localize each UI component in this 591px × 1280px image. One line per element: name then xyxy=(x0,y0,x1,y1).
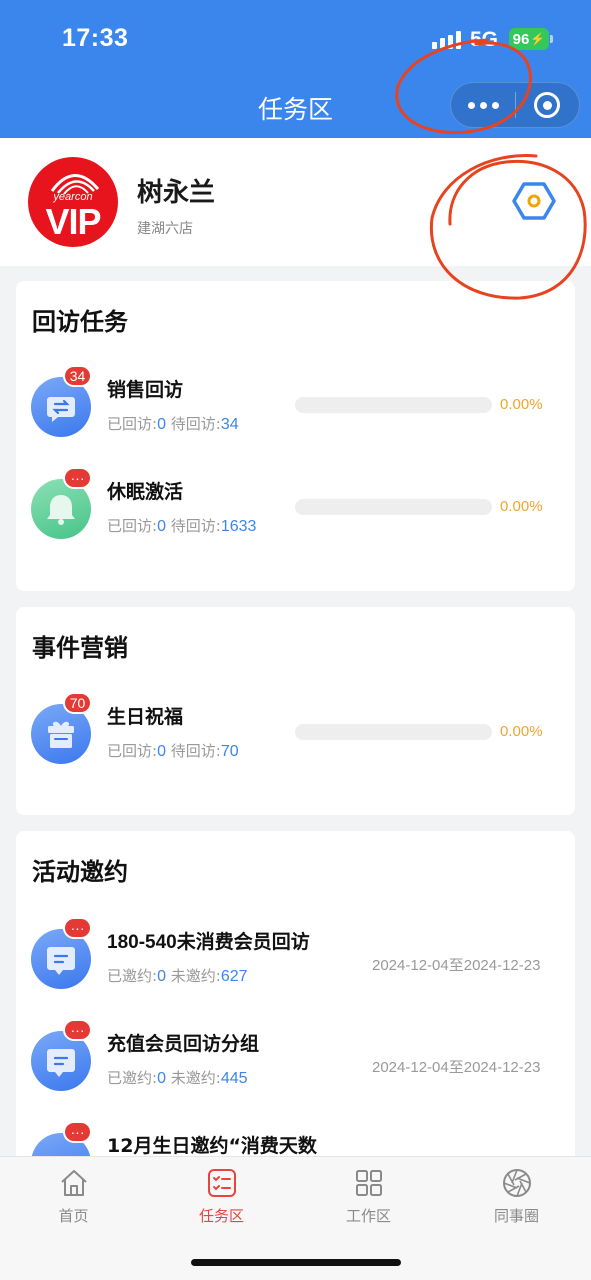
activity-name: 180-540未消费会员回访 xyxy=(107,932,310,953)
tab-label: 同事圈 xyxy=(493,1207,539,1225)
tab-colleague-circle[interactable]: 同事圈 xyxy=(443,1157,590,1237)
grid-icon xyxy=(356,1170,382,1196)
section-card-event-marketing: 事件营销 70 生日祝福 已回访:0 待回访:70 0.00% xyxy=(16,607,575,815)
pending-label: 待回访: xyxy=(170,415,221,433)
done-label: 已回访: xyxy=(107,517,158,535)
pending-label: 待回访: xyxy=(170,517,221,535)
activity-item[interactable]: ··· 充值会员回访分组 已邀约:0 未邀约:445 2024-12-04至20… xyxy=(16,1019,575,1099)
profile-header: yearcon VIP 树永兰 建湖六店 xyxy=(0,138,591,266)
target-icon xyxy=(534,92,561,118)
progress-bar xyxy=(295,499,492,515)
notification-badge: ··· xyxy=(63,1019,92,1041)
notification-badge: 70 xyxy=(63,692,92,714)
task-name: 生日祝福 xyxy=(107,706,184,728)
section-card-activity-invitation: 活动邀约 ··· 180-540未消费会员回访 已邀约:0 未邀约:627 20… xyxy=(16,831,575,1193)
done-label: 已邀约: xyxy=(107,1069,158,1087)
progress-bar xyxy=(295,397,492,413)
pending-count: 70 xyxy=(220,743,239,760)
logo-text: VIP xyxy=(45,201,101,242)
tab-task-area[interactable]: 任务区 xyxy=(148,1157,295,1237)
section-card-callback: 回访任务 34 销售回访 已回访:0 待回访:34 0.00% ··· 休眠激活… xyxy=(16,281,575,591)
aperture-icon xyxy=(503,1169,531,1197)
section-title: 回访任务 xyxy=(32,308,128,336)
date-range: 2024-12-04至2024-12-23 xyxy=(372,1059,541,1076)
notification-badge: 34 xyxy=(63,365,92,387)
task-name: 销售回访 xyxy=(107,379,184,401)
pending-count: 34 xyxy=(220,416,239,433)
network-type: 5G xyxy=(470,28,499,51)
activity-item[interactable]: ··· 180-540未消费会员回访 已邀约:0 未邀约:627 2024-12… xyxy=(16,917,575,997)
user-name: 树永兰 xyxy=(137,178,216,208)
notification-badge: ··· xyxy=(63,467,92,489)
pending-count: 1633 xyxy=(220,518,257,535)
status-time: 17:33 xyxy=(62,24,129,52)
section-title: 活动邀约 xyxy=(32,858,128,886)
activity-stats: 已邀约:0 未邀约:627 xyxy=(107,965,248,986)
miniprogram-capsule xyxy=(450,82,580,128)
pending-label: 未邀约: xyxy=(170,1069,221,1087)
progress-percent: 0.00% xyxy=(500,498,543,515)
nav-bar: 17:33 5G 96 ⚡ 任务区 xyxy=(0,0,591,138)
pending-label: 待回访: xyxy=(170,742,221,760)
done-label: 已邀约: xyxy=(107,967,158,985)
task-stats: 已回访:0 待回访:34 xyxy=(107,413,239,434)
activity-name: 充值会员回访分组 xyxy=(107,1033,260,1055)
more-button[interactable] xyxy=(451,83,515,127)
done-label: 已回访: xyxy=(107,742,158,760)
store-name: 建湖六店 xyxy=(137,221,193,237)
progress-bar xyxy=(295,724,492,740)
activity-name: 12月生日邀约“消费天数 xyxy=(107,1135,317,1157)
pending-label: 未邀约: xyxy=(170,967,221,985)
notification-badge: ··· xyxy=(63,917,92,939)
done-count: 0 xyxy=(157,518,166,535)
battery-icon: 96 ⚡ xyxy=(509,28,553,50)
task-name: 休眠激活 xyxy=(107,481,184,503)
section-title: 事件营销 xyxy=(32,634,128,662)
done-count: 0 xyxy=(157,416,166,433)
home-indicator xyxy=(191,1259,401,1266)
pending-count: 627 xyxy=(220,968,248,985)
task-item-dormant-activation[interactable]: ··· 休眠激活 已回访:0 待回访:1633 0.00% xyxy=(16,467,575,547)
task-item-sales-callback[interactable]: 34 销售回访 已回访:0 待回访:34 0.00% xyxy=(16,365,575,445)
activity-stats: 已邀约:0 未邀约:445 xyxy=(107,1067,248,1088)
vip-logo: yearcon VIP xyxy=(28,157,118,247)
tab-label: 工作区 xyxy=(345,1207,391,1225)
task-list-icon xyxy=(208,1169,236,1197)
done-label: 已回访: xyxy=(107,415,158,433)
tab-label: 任务区 xyxy=(198,1207,244,1225)
tab-home[interactable]: 首页 xyxy=(0,1157,147,1237)
progress-percent: 0.00% xyxy=(500,723,543,740)
done-count: 0 xyxy=(157,743,166,760)
pending-count: 445 xyxy=(220,1070,248,1087)
task-stats: 已回访:0 待回访:70 xyxy=(107,740,239,761)
tab-label: 首页 xyxy=(58,1207,89,1225)
signal-icon xyxy=(432,31,461,49)
done-count: 0 xyxy=(157,968,166,985)
tab-work-area[interactable]: 工作区 xyxy=(295,1157,442,1237)
notification-badge: ··· xyxy=(63,1121,92,1143)
task-stats: 已回访:0 待回访:1633 xyxy=(107,515,256,536)
done-count: 0 xyxy=(157,1070,166,1087)
home-icon xyxy=(61,1170,87,1196)
battery-level: 96 xyxy=(512,30,530,48)
close-button[interactable] xyxy=(516,83,579,127)
date-range: 2024-12-04至2024-12-23 xyxy=(372,957,541,974)
settings-hexagon-icon[interactable] xyxy=(512,181,556,221)
task-item-birthday-wishes[interactable]: 70 生日祝福 已回访:0 待回访:70 0.00% xyxy=(16,692,575,772)
progress-percent: 0.00% xyxy=(500,396,543,413)
